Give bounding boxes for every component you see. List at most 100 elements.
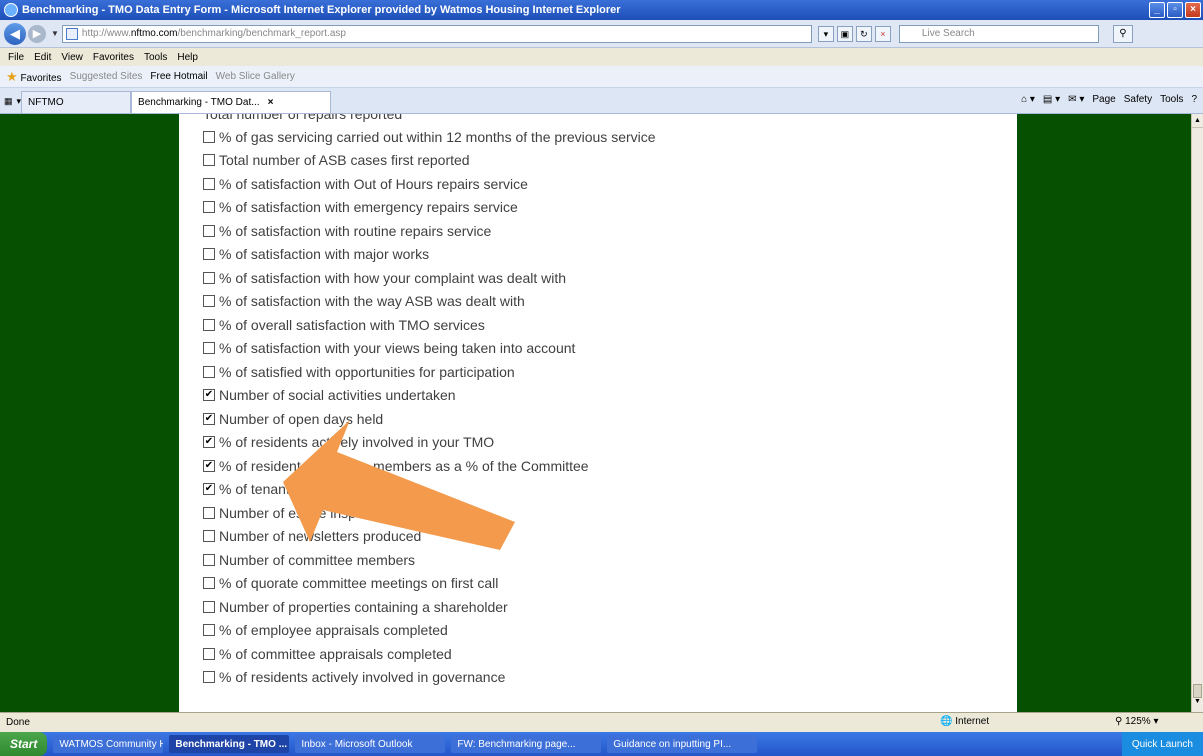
checklist-item[interactable]: % of satisfaction with Out of Hours repa… bbox=[203, 172, 656, 196]
checkbox[interactable] bbox=[203, 647, 215, 660]
free-hotmail-link[interactable]: Free Hotmail bbox=[150, 71, 207, 82]
close-button[interactable]: × bbox=[1185, 2, 1201, 18]
checkbox[interactable] bbox=[203, 530, 215, 543]
scroll-up-icon[interactable]: ▲ bbox=[1192, 114, 1203, 128]
checklist-item[interactable]: Total number of ASB cases first reported bbox=[203, 149, 656, 173]
checklist-item[interactable]: Number of properties containing a shareh… bbox=[203, 595, 656, 619]
dropdown-icon[interactable]: ▾ bbox=[817, 25, 834, 42]
taskbar-button[interactable]: WATMOS Community Ho... bbox=[53, 735, 164, 753]
mail-icon[interactable]: ✉ ▾ bbox=[1068, 94, 1084, 105]
vertical-scrollbar[interactable]: ▲ ▼ bbox=[1191, 114, 1203, 712]
checklist-item[interactable]: % of overall satisfaction with TMO servi… bbox=[203, 313, 656, 337]
checkbox[interactable] bbox=[203, 577, 215, 590]
checklist-item[interactable]: % of quorate committee meetings on first… bbox=[203, 572, 656, 596]
checkbox-checked[interactable]: ✔ bbox=[203, 436, 215, 449]
stop-icon[interactable]: × bbox=[874, 25, 891, 42]
minimize-button[interactable]: _ bbox=[1149, 2, 1165, 18]
checkbox[interactable] bbox=[203, 671, 215, 684]
scroll-thumb[interactable] bbox=[1193, 684, 1202, 698]
checklist-item[interactable]: % of satisfaction with the way ASB was d… bbox=[203, 290, 656, 314]
compatibility-icon[interactable]: ▣ bbox=[836, 25, 853, 42]
checkbox-checked[interactable]: ✔ bbox=[203, 412, 215, 425]
checklist-item-label: % of resident committee members as a % o… bbox=[219, 457, 589, 474]
feeds-icon[interactable]: ▤ ▾ bbox=[1043, 94, 1060, 105]
help-icon[interactable]: ? bbox=[1191, 94, 1197, 105]
checklist-item[interactable]: % of satisfaction with how your complain… bbox=[203, 266, 656, 290]
menu-help[interactable]: Help bbox=[177, 52, 198, 63]
suggested-sites-link[interactable]: Suggested Sites bbox=[70, 71, 143, 82]
checklist-item[interactable]: % of satisfaction with emergency repairs… bbox=[203, 196, 656, 220]
checkbox[interactable] bbox=[203, 224, 215, 237]
checklist-item-label: % of employee appraisals completed bbox=[219, 622, 448, 639]
checklist-item[interactable]: Number of newsletters produced bbox=[203, 525, 656, 549]
menu-tools[interactable]: Tools bbox=[144, 52, 167, 63]
checklist-item[interactable]: Number of committee members bbox=[203, 548, 656, 572]
checkbox[interactable] bbox=[203, 130, 215, 143]
checkbox[interactable] bbox=[203, 177, 215, 190]
checklist-item[interactable]: % of employee appraisals completed bbox=[203, 619, 656, 643]
checklist-item[interactable]: % of gas servicing carried out within 12… bbox=[203, 125, 656, 149]
address-input[interactable]: http://www. nftmo.com/benchmarking/benchm… bbox=[61, 24, 812, 43]
checklist-item[interactable]: % of residents actively involved in gove… bbox=[203, 666, 656, 690]
menu-file[interactable]: File bbox=[8, 52, 24, 63]
home-icon[interactable]: ⌂ ▾ bbox=[1021, 94, 1035, 105]
taskbar-button[interactable]: FW: Benchmarking page... bbox=[451, 735, 602, 753]
checklist-item-label: % of satisfaction with routine repairs s… bbox=[219, 222, 492, 239]
checklist-item[interactable]: ✔ Number of social activities undertaken bbox=[203, 384, 656, 408]
taskbar-button-label: FW: Benchmarking page... bbox=[457, 738, 576, 750]
checkbox[interactable] bbox=[203, 600, 215, 613]
checkbox-checked[interactable]: ✔ bbox=[203, 389, 215, 402]
checklist-item[interactable]: ✔ % of resident committee members as a % … bbox=[203, 454, 656, 478]
quick-tabs-icon[interactable]: ▦ bbox=[4, 96, 13, 107]
close-tab-icon[interactable]: × bbox=[268, 97, 274, 108]
checkbox[interactable] bbox=[203, 624, 215, 637]
taskbar-button[interactable]: Inbox - Microsoft Outlook bbox=[295, 735, 446, 753]
web-slice-gallery-link[interactable]: Web Slice Gallery bbox=[216, 71, 295, 82]
checklist-item[interactable]: % of satisfaction with major works bbox=[203, 243, 656, 267]
search-icon[interactable]: ⚲ bbox=[1112, 24, 1133, 43]
history-dropdown-icon[interactable]: ▼ bbox=[51, 29, 59, 38]
checkbox[interactable] bbox=[203, 342, 215, 355]
checkbox[interactable] bbox=[203, 248, 215, 261]
taskbar: Start WATMOS Community Ho... Benchmarkin… bbox=[0, 732, 1203, 756]
start-button[interactable]: Start bbox=[0, 732, 48, 756]
zoom-control[interactable]: ⚲ 125% ▾ bbox=[1115, 716, 1159, 727]
checkbox[interactable] bbox=[203, 295, 215, 308]
menu-edit[interactable]: Edit bbox=[34, 52, 51, 63]
checkbox[interactable] bbox=[203, 271, 215, 284]
checkbox[interactable] bbox=[203, 201, 215, 214]
back-button[interactable]: ◀ bbox=[4, 22, 26, 45]
taskbar-button[interactable]: Benchmarking - TMO ... bbox=[169, 735, 290, 753]
checklist-item[interactable]: % of satisfaction with your views being … bbox=[203, 337, 656, 361]
checkbox[interactable] bbox=[203, 365, 215, 378]
checklist-item[interactable]: ✔ Number of open days held bbox=[203, 407, 656, 431]
refresh-icon[interactable]: ↻ bbox=[855, 25, 872, 42]
checklist-item[interactable]: Number of estate inspections completed bbox=[203, 501, 656, 525]
checkbox[interactable] bbox=[203, 506, 215, 519]
checkbox[interactable] bbox=[203, 154, 215, 167]
checkbox-checked[interactable]: ✔ bbox=[203, 459, 215, 472]
checklist-item[interactable]: ✔ % of tenant bbox=[203, 478, 656, 502]
system-tray: Quick Launch bbox=[1121, 732, 1203, 756]
taskbar-button[interactable]: Guidance on inputting PI... bbox=[607, 735, 758, 753]
menu-favorites[interactable]: Favorites bbox=[93, 52, 134, 63]
tab-benchmarking[interactable]: Benchmarking - TMO Dat... × bbox=[131, 91, 332, 113]
search-input[interactable]: Live Search bbox=[898, 24, 1099, 43]
page-menu[interactable]: Page bbox=[1092, 94, 1115, 105]
checklist-item[interactable]: % of satisfied with opportunities for pa… bbox=[203, 360, 656, 384]
checkbox[interactable] bbox=[203, 318, 215, 331]
checkbox[interactable] bbox=[203, 553, 215, 566]
tab-nftmo[interactable]: NFTMO bbox=[21, 91, 132, 113]
checklist-item[interactable]: % of committee appraisals completed bbox=[203, 642, 656, 666]
checklist-item[interactable]: ✔ % of residents actively involved in you… bbox=[203, 431, 656, 455]
tools-menu[interactable]: Tools bbox=[1160, 94, 1183, 105]
scroll-down-icon[interactable]: ▼ bbox=[1192, 698, 1203, 712]
checklist-item[interactable]: % of satisfaction with routine repairs s… bbox=[203, 219, 656, 243]
forward-button[interactable]: ▶ bbox=[28, 24, 46, 43]
restore-button[interactable]: ▫ bbox=[1167, 2, 1183, 18]
checkbox-checked[interactable]: ✔ bbox=[203, 483, 215, 496]
menu-view[interactable]: View bbox=[61, 52, 83, 63]
safety-menu[interactable]: Safety bbox=[1124, 94, 1152, 105]
quick-launch-label[interactable]: Quick Launch bbox=[1132, 739, 1193, 750]
favorites-button[interactable]: ★ Favorites bbox=[6, 69, 62, 85]
